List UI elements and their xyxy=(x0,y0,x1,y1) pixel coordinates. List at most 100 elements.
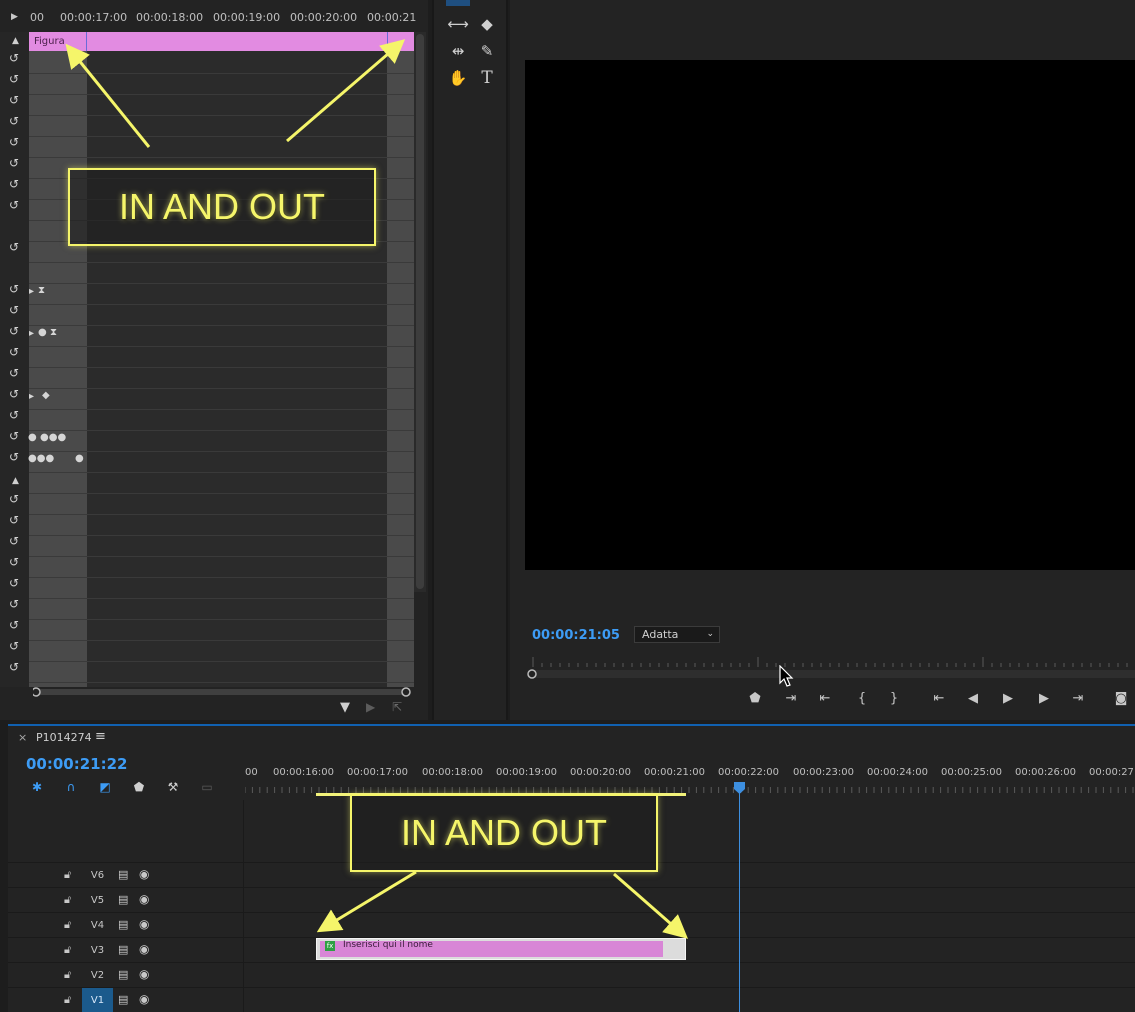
reset-parameter-icon[interactable]: ↺ xyxy=(7,52,21,64)
play-audio-icon[interactable]: ▶ xyxy=(366,700,375,714)
selection-tool-icon[interactable] xyxy=(446,0,470,6)
add-marker-icon[interactable]: ⬟ xyxy=(130,778,148,796)
track-name[interactable]: V4 xyxy=(82,913,113,938)
track-row[interactable]: 🔓︎ V2 ▤ ◉ xyxy=(8,962,1135,987)
wrench-icon[interactable]: ⚒ xyxy=(164,778,182,796)
reset-parameter-icon[interactable]: ↺ xyxy=(7,94,21,106)
play-icon[interactable]: ▶ xyxy=(997,688,1019,710)
go-to-in-icon[interactable]: ⇤ xyxy=(928,688,950,710)
track-row[interactable]: 🔓︎ V4 ▤ ◉ xyxy=(8,912,1135,937)
eye-icon[interactable]: ◉ xyxy=(139,942,149,956)
reset-parameter-icon[interactable]: ↺ xyxy=(7,241,21,253)
reset-parameter-icon[interactable]: ↺ xyxy=(7,115,21,127)
reset-parameter-icon[interactable]: ↺ xyxy=(7,199,21,211)
camera-icon[interactable]: ◙ xyxy=(1110,688,1132,710)
track-row[interactable]: 🔓︎ V5 ▤ ◉ xyxy=(8,887,1135,912)
expand-triangle-icon[interactable]: ▶ xyxy=(11,12,18,22)
fit-dropdown[interactable]: Adatta ⌄ xyxy=(634,626,720,643)
effect-controls-zoom-scrollbar[interactable] xyxy=(33,686,413,698)
close-tab-icon[interactable]: × xyxy=(18,731,27,744)
reset-parameter-icon[interactable]: ↺ xyxy=(7,451,21,463)
lock-icon[interactable]: 🔓︎ xyxy=(64,968,71,982)
sequence-tab[interactable]: P1014274 xyxy=(36,731,92,744)
eye-icon[interactable]: ◉ xyxy=(139,992,149,1006)
program-timecode[interactable]: 00:00:21:05 xyxy=(532,628,620,643)
bracket-out-icon[interactable]: } xyxy=(883,688,905,710)
reset-parameter-icon[interactable]: ↺ xyxy=(7,388,21,400)
timeline-clip[interactable]: fx Inserisci qui il nome xyxy=(316,938,686,960)
playhead-handle[interactable] xyxy=(734,782,745,794)
reset-parameter-icon[interactable]: ↺ xyxy=(7,598,21,610)
expand-triangle-icon[interactable]: ▸ xyxy=(29,328,34,339)
lock-icon[interactable]: 🔓︎ xyxy=(64,943,71,957)
export-icon[interactable]: ⇱ xyxy=(392,700,402,714)
reset-parameter-icon[interactable]: ↺ xyxy=(7,157,21,169)
eye-icon[interactable]: ◉ xyxy=(139,892,149,906)
toggle-sync-icon[interactable]: ▤ xyxy=(118,943,128,956)
program-monitor-scrubber[interactable] xyxy=(525,655,1135,681)
effect-controls-time-ruler[interactable]: ▶ 00 00:00:17:00 00:00:18:00 00:00:19:00… xyxy=(0,0,428,32)
expand-triangle-icon[interactable]: ▸ xyxy=(29,391,34,402)
reset-parameter-icon[interactable]: ↺ xyxy=(7,661,21,673)
collapse-triangle-icon[interactable]: ▲ xyxy=(12,476,19,486)
timeline-timecode[interactable]: 00:00:21:22 xyxy=(26,755,128,773)
step-forward-icon[interactable]: ▶ xyxy=(1033,688,1055,710)
snap-magnet-icon[interactable]: ∩ xyxy=(62,778,80,796)
panel-menu-icon[interactable]: ≡ xyxy=(95,729,106,744)
toggle-sync-icon[interactable]: ▤ xyxy=(118,893,128,906)
reset-parameter-icon[interactable]: ↺ xyxy=(7,577,21,589)
slip-tool-icon[interactable]: ⇹ xyxy=(447,40,469,62)
expand-triangle-icon[interactable]: ▸ xyxy=(29,286,34,297)
track-row[interactable]: 🔓︎ V1 ▤ ◉ xyxy=(8,987,1135,1012)
type-tool-icon[interactable]: T xyxy=(476,67,498,89)
track-name[interactable]: V5 xyxy=(82,888,113,913)
track-name[interactable]: V3 xyxy=(82,938,113,963)
reset-parameter-icon[interactable]: ↺ xyxy=(7,304,21,316)
eye-icon[interactable]: ◉ xyxy=(139,967,149,981)
reset-parameter-icon[interactable]: ↺ xyxy=(7,283,21,295)
ripple-edit-tool-icon[interactable]: ⟷ xyxy=(447,13,469,35)
eye-icon[interactable]: ◉ xyxy=(139,867,149,881)
add-marker-icon[interactable]: ⬟ xyxy=(744,688,766,710)
reset-parameter-icon[interactable]: ↺ xyxy=(7,367,21,379)
track-name[interactable]: V6 xyxy=(82,863,113,888)
reset-parameter-icon[interactable]: ↺ xyxy=(7,493,21,505)
lock-icon[interactable]: 🔓︎ xyxy=(64,918,71,932)
bracket-in-icon[interactable]: { xyxy=(851,688,873,710)
reset-parameter-icon[interactable]: ↺ xyxy=(7,136,21,148)
reset-parameter-icon[interactable]: ↺ xyxy=(7,514,21,526)
go-to-out-icon[interactable]: ⇥ xyxy=(1067,688,1089,710)
reset-parameter-icon[interactable]: ↺ xyxy=(7,640,21,652)
toggle-sync-icon[interactable]: ▤ xyxy=(118,918,128,931)
lock-icon[interactable]: 🔓︎ xyxy=(64,993,71,1007)
toggle-sync-icon[interactable]: ▤ xyxy=(118,993,128,1006)
reset-parameter-icon[interactable]: ↺ xyxy=(7,325,21,337)
collapse-triangle-icon[interactable]: ▲ xyxy=(12,36,19,46)
razor-tool-icon[interactable]: ◆ xyxy=(476,13,498,35)
effect-controls-clip-bar[interactable]: Figura xyxy=(29,32,414,51)
pen-tool-icon[interactable]: ✎ xyxy=(476,40,498,62)
reset-parameter-icon[interactable]: ↺ xyxy=(7,409,21,421)
reset-parameter-icon[interactable]: ↺ xyxy=(7,430,21,442)
mark-in-icon[interactable]: ⇥ xyxy=(780,688,802,710)
mark-out-icon[interactable]: ⇤ xyxy=(814,688,836,710)
reset-parameter-icon[interactable]: ↺ xyxy=(7,535,21,547)
lock-icon[interactable]: 🔓︎ xyxy=(64,868,71,882)
reset-parameter-icon[interactable]: ↺ xyxy=(7,619,21,631)
eye-icon[interactable]: ◉ xyxy=(139,917,149,931)
toggle-sync-icon[interactable]: ▤ xyxy=(118,968,128,981)
toggle-sync-icon[interactable]: ▤ xyxy=(118,868,128,881)
track-name[interactable]: V1 xyxy=(82,988,113,1012)
filter-icon[interactable]: ▼ xyxy=(340,700,350,715)
nest-sequence-icon[interactable]: ✱ xyxy=(28,778,46,796)
effect-controls-vertical-scrollbar[interactable] xyxy=(414,32,426,592)
hand-tool-icon[interactable]: ✋ xyxy=(447,67,469,89)
reset-parameter-icon[interactable]: ↺ xyxy=(7,346,21,358)
captions-icon[interactable]: ▭ xyxy=(198,778,216,796)
reset-parameter-icon[interactable]: ↺ xyxy=(7,556,21,568)
track-name[interactable]: V2 xyxy=(82,963,113,988)
reset-parameter-icon[interactable]: ↺ xyxy=(7,73,21,85)
linked-selection-icon[interactable]: ◩ xyxy=(96,778,114,796)
lock-icon[interactable]: 🔓︎ xyxy=(64,893,71,907)
step-back-icon[interactable]: ◀ xyxy=(962,688,984,710)
